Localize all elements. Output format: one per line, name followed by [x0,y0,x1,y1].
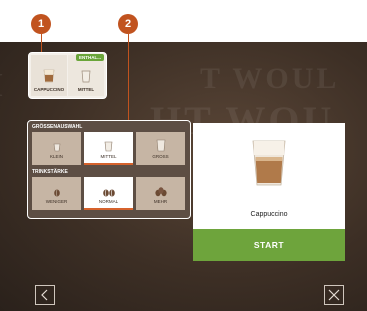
product-name: Cappuccino [250,211,288,218]
strength-option-normal[interactable]: NORMAL [84,177,133,210]
size-option-gross[interactable]: GROSS [136,132,185,165]
medium-cup-icon [104,141,113,152]
marker-2: 2 [118,14,138,34]
coffee-beans-icon [102,189,115,197]
marker-1: 1 [31,14,51,34]
summary-size[interactable]: MITTEL [68,55,104,96]
cappuccino-cup-icon [43,69,55,83]
strength-option-label: MEHR [153,199,168,204]
large-cup-icon [156,139,165,152]
chevron-left-icon [41,289,48,301]
size-option-klein[interactable]: KLEIN [32,132,81,165]
strength-option-label: WENIGER [45,199,68,204]
summary-product-label: CAPPUCCINO [33,87,65,92]
size-option-label: GROSS [152,154,169,159]
small-cup-icon [53,143,60,152]
strength-option-weniger[interactable]: WENIGER [32,177,81,210]
close-button[interactable] [324,285,344,305]
size-option-label: KLEIN [49,154,63,159]
marker-2-leader [128,34,129,120]
size-section-title: GRÖSSENAUSWAHL [32,124,83,130]
size-option-mittel[interactable]: MITTEL [84,132,133,165]
marker-1-leader [41,34,42,52]
background-text-1: T WOUL [200,62,340,95]
size-option-label: MITTEL [100,154,117,159]
cappuccino-glass-icon [252,140,286,186]
selected-underline [84,208,133,210]
background-text-3: I [0,67,6,105]
coffee-beans-cluster-icon [154,187,167,197]
coffee-bean-icon [53,189,60,197]
medium-cup-icon [81,70,91,83]
strength-option-mehr[interactable]: MEHR [136,177,185,210]
close-icon [328,289,340,301]
summary-badge: ENTHAL... [76,54,104,61]
summary-product[interactable]: CAPPUCCINO [31,55,67,96]
strength-option-label: NORMAL [98,199,119,204]
options-panel: GRÖSSENAUSWAHL KLEIN MITTEL GROSS TRINKS… [27,120,191,219]
start-button[interactable]: START [193,229,345,261]
selection-summary[interactable]: CAPPUCCINO MITTEL ENTHAL... [28,52,107,99]
strength-section-title: TRINKSTÄRKE [32,169,68,175]
summary-size-label: MITTEL [77,87,95,92]
selected-underline [84,163,133,165]
back-button[interactable] [35,285,55,305]
